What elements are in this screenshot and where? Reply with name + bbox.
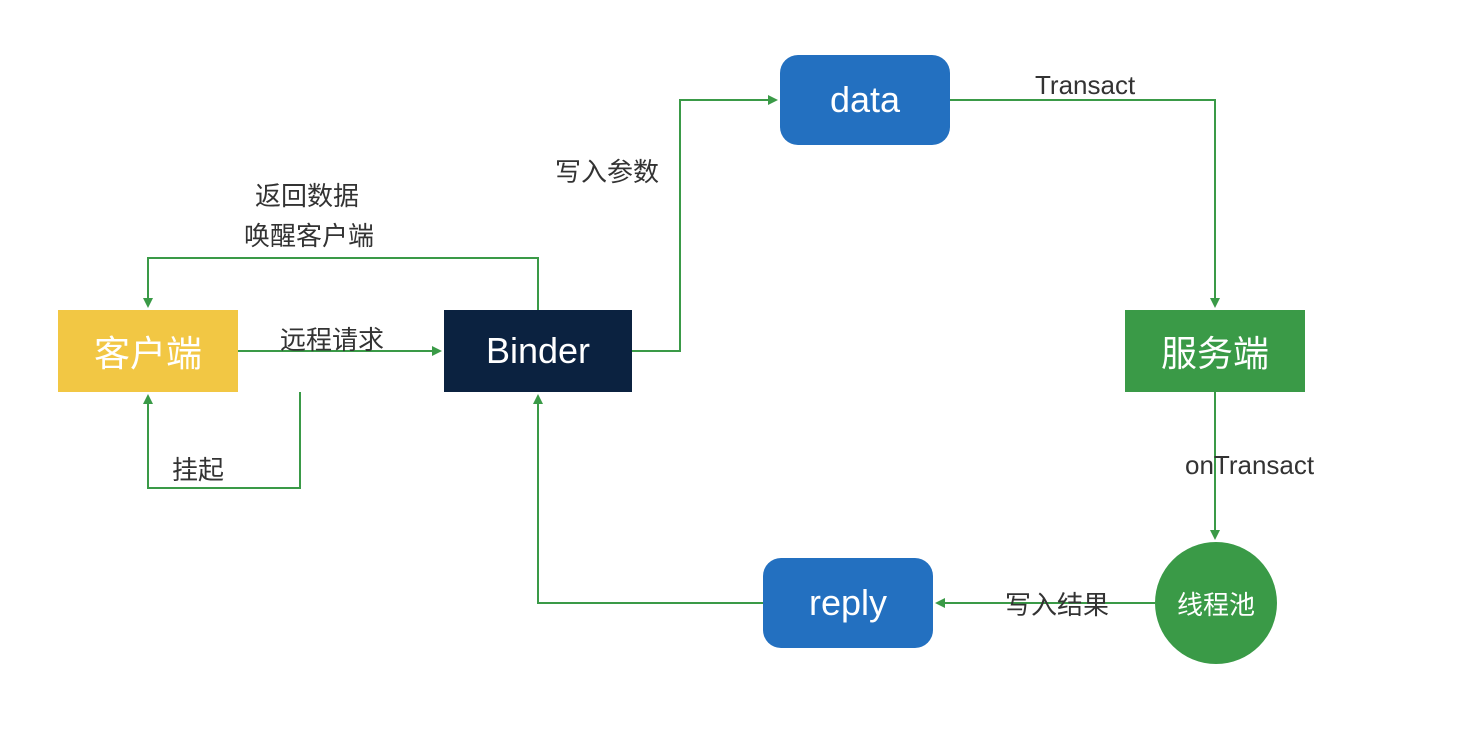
arrow-data-to-server bbox=[950, 100, 1215, 306]
node-data-label: data bbox=[830, 79, 900, 121]
node-client-label: 客户端 bbox=[94, 325, 202, 377]
node-data: data bbox=[780, 55, 950, 145]
label-return-data: 返回数据 bbox=[255, 176, 359, 213]
arrow-reply-to-binder bbox=[538, 396, 763, 603]
label-on-transact: onTransact bbox=[1185, 450, 1314, 481]
label-suspend: 挂起 bbox=[172, 450, 224, 487]
label-wake-client: 唤醒客户端 bbox=[244, 216, 374, 253]
node-server-label: 服务端 bbox=[1161, 325, 1269, 377]
node-reply: reply bbox=[763, 558, 933, 648]
arrow-binder-to-client bbox=[148, 258, 538, 310]
node-server: 服务端 bbox=[1125, 310, 1305, 392]
node-threadpool-label: 线程池 bbox=[1177, 585, 1255, 622]
node-binder: Binder bbox=[444, 310, 632, 392]
label-write-param: 写入参数 bbox=[555, 152, 659, 189]
label-write-result: 写入结果 bbox=[1005, 585, 1109, 622]
node-threadpool: 线程池 bbox=[1155, 542, 1277, 664]
node-binder-label: Binder bbox=[486, 330, 590, 372]
label-remote-request: 远程请求 bbox=[280, 320, 384, 357]
node-reply-label: reply bbox=[809, 582, 887, 624]
label-transact: Transact bbox=[1035, 70, 1135, 101]
node-client: 客户端 bbox=[58, 310, 238, 392]
arrow-binder-to-data bbox=[632, 100, 776, 351]
